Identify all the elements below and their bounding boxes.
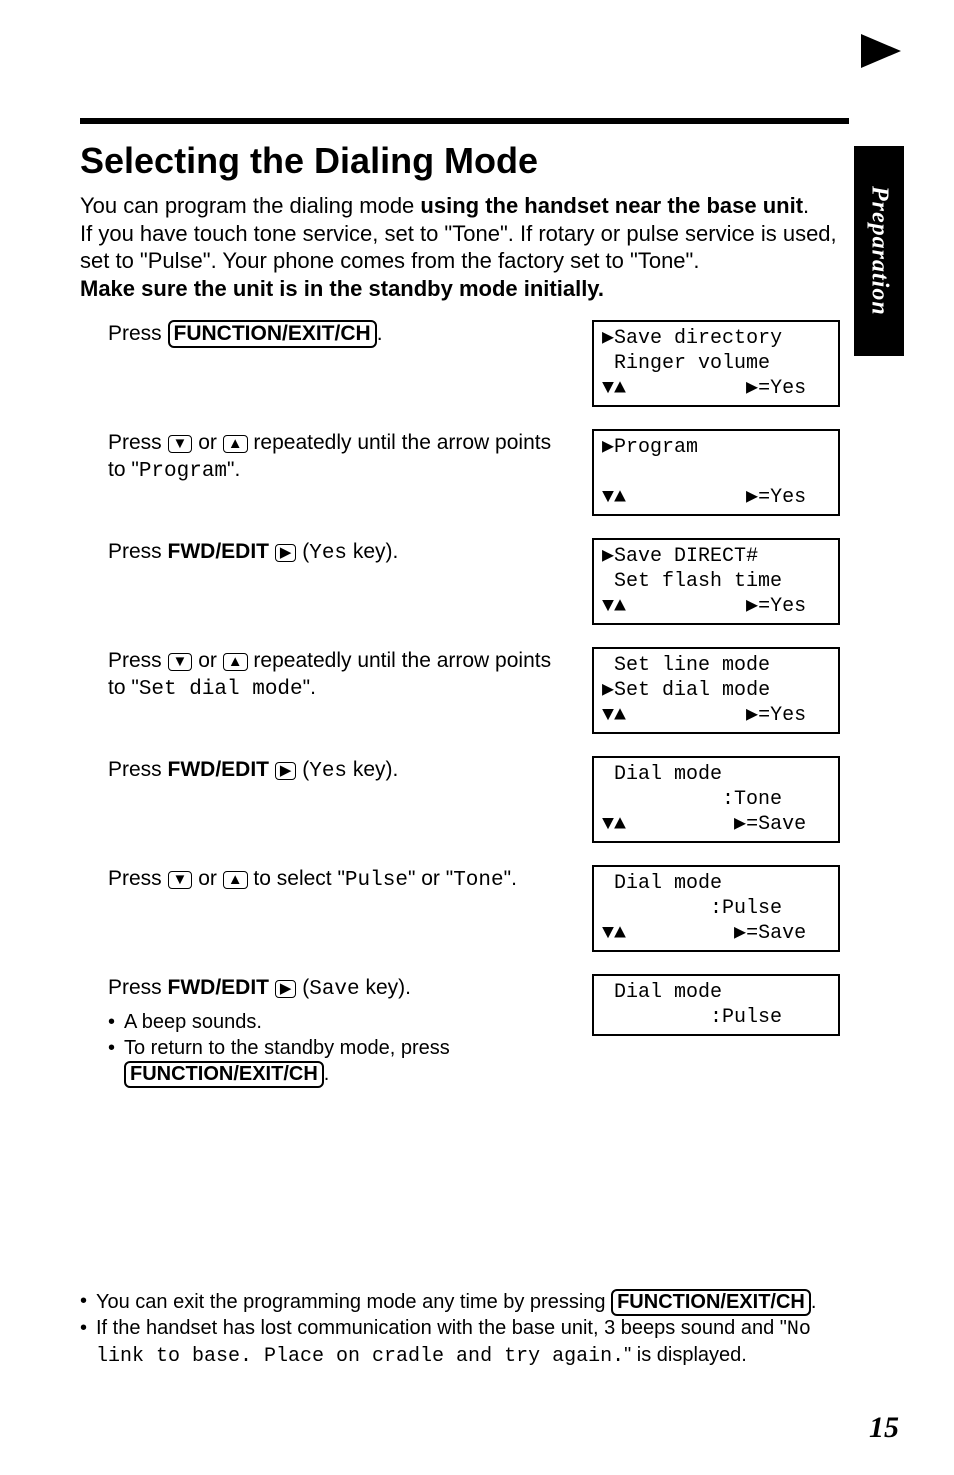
up-key-icon: ▲	[223, 653, 248, 671]
section-side-tab: Preparation	[854, 146, 904, 356]
down-key-icon: ▼	[168, 871, 193, 889]
lcd-display-4: Set line mode ▶Set dial mode ▼▲ ▶=Yes	[592, 647, 840, 734]
step-4: Press ▼ or ▲ repeatedly until the arrow …	[108, 647, 840, 734]
lcd-display-2: ▶Program ▼▲ ▶=Yes	[592, 429, 840, 516]
lcd-display-1: ▶Save directory Ringer volume ▼▲ ▶=Yes	[592, 320, 840, 407]
step-3: Press FWD/EDIT ▶ (Yes key). ▶Save DIRECT…	[108, 538, 840, 625]
section-side-tab-label: Preparation	[866, 186, 893, 316]
function-exit-ch-key: FUNCTION/EXIT/CH	[124, 1061, 324, 1088]
footnotes: •You can exit the programming mode any t…	[80, 1289, 860, 1369]
lcd-display-3: ▶Save DIRECT# Set flash time ▼▲ ▶=Yes	[592, 538, 840, 625]
continue-arrow-icon	[856, 26, 906, 76]
step-2: Press ▼ or ▲ repeatedly until the arrow …	[108, 429, 840, 516]
step-7-bullet-2: •To return to the standby mode, press FU…	[108, 1035, 574, 1088]
function-exit-ch-key: FUNCTION/EXIT/CH	[611, 1289, 811, 1316]
up-key-icon: ▲	[223, 871, 248, 889]
step-7-bullet-1: •A beep sounds.	[108, 1009, 574, 1035]
page-title: Selecting the Dialing Mode	[80, 140, 840, 182]
lcd-display-6: Dial mode :Pulse ▼▲ ▶=Save	[592, 865, 840, 952]
lcd-display-5: Dial mode :Tone ▼▲ ▶=Save	[592, 756, 840, 843]
down-key-icon: ▼	[168, 653, 193, 671]
lcd-display-7: Dial mode :Pulse	[592, 974, 840, 1036]
function-exit-ch-key: FUNCTION/EXIT/CH	[168, 320, 377, 348]
up-key-icon: ▲	[223, 435, 248, 453]
header-rule	[80, 118, 849, 124]
right-key-icon: ▶	[275, 762, 297, 780]
step-6: Press ▼ or ▲ to select "Pulse" or "Tone"…	[108, 865, 840, 952]
step-7: Press FWD/EDIT ▶ (Save key). •A beep sou…	[108, 974, 840, 1088]
right-key-icon: ▶	[275, 980, 297, 998]
down-key-icon: ▼	[168, 435, 193, 453]
page-number: 15	[869, 1411, 899, 1445]
step-5: Press FWD/EDIT ▶ (Yes key). Dial mode :T…	[108, 756, 840, 843]
intro-paragraph: You can program the dialing mode using t…	[80, 192, 840, 302]
right-key-icon: ▶	[275, 544, 297, 562]
step-1: Press FUNCTION/EXIT/CH. ▶Save directory …	[108, 320, 840, 407]
